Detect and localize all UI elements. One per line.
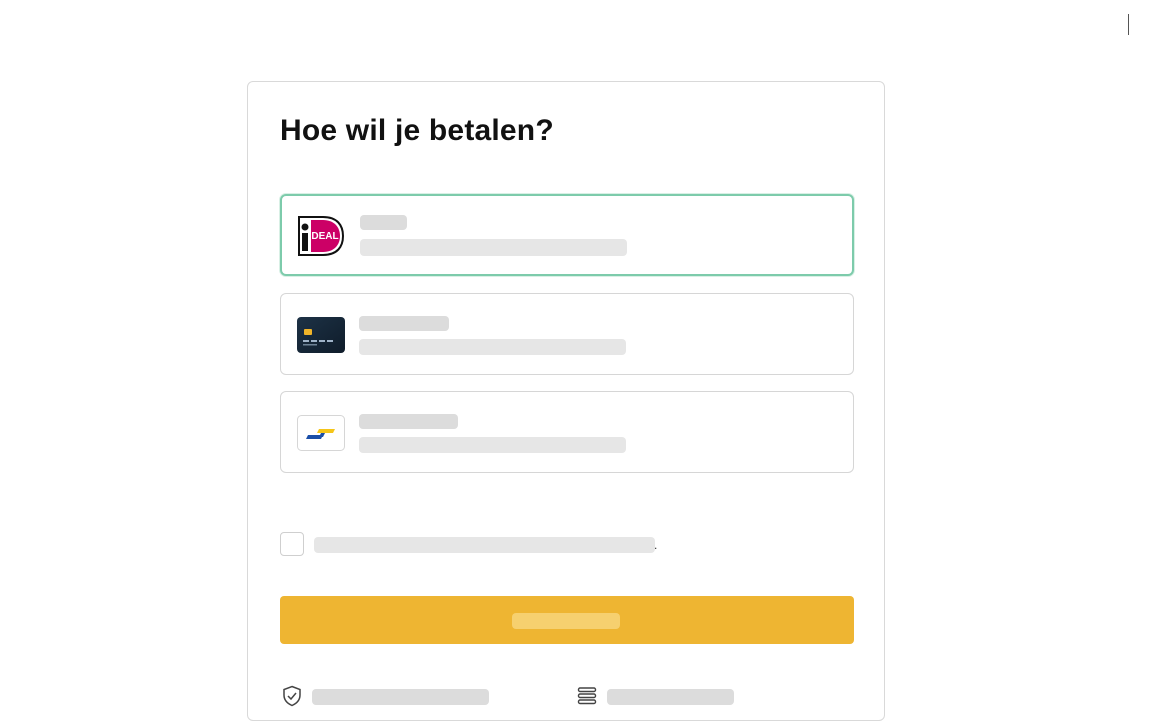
terms-suffix: . — [654, 538, 658, 552]
option-title-placeholder — [360, 215, 407, 230]
shield-check-icon — [283, 685, 301, 707]
stack-lines-icon — [577, 687, 597, 705]
payment-card: Hoe wil je betalen? DEAL . — [247, 81, 885, 721]
payment-option-card[interactable] — [280, 293, 854, 375]
payment-option-ideal[interactable]: DEAL — [280, 194, 854, 276]
pay-button[interactable] — [280, 596, 854, 644]
top-divider — [1128, 14, 1129, 35]
ideal-logo-icon: DEAL — [298, 216, 345, 256]
terms-checkbox[interactable] — [280, 532, 304, 556]
option-title-placeholder — [359, 414, 458, 429]
svg-text:DEAL: DEAL — [311, 231, 338, 242]
option-title-placeholder — [359, 316, 449, 331]
option-subtitle-placeholder — [360, 239, 627, 256]
option-subtitle-placeholder — [359, 437, 626, 453]
option-subtitle-placeholder — [359, 339, 626, 355]
pay-button-label-placeholder — [512, 613, 620, 629]
bank-transfer-icon — [297, 415, 345, 451]
payment-option-transfer[interactable] — [280, 391, 854, 473]
terms-text-placeholder — [314, 537, 655, 553]
credit-card-icon — [297, 317, 345, 353]
page-title: Hoe wil je betalen? — [280, 114, 554, 147]
